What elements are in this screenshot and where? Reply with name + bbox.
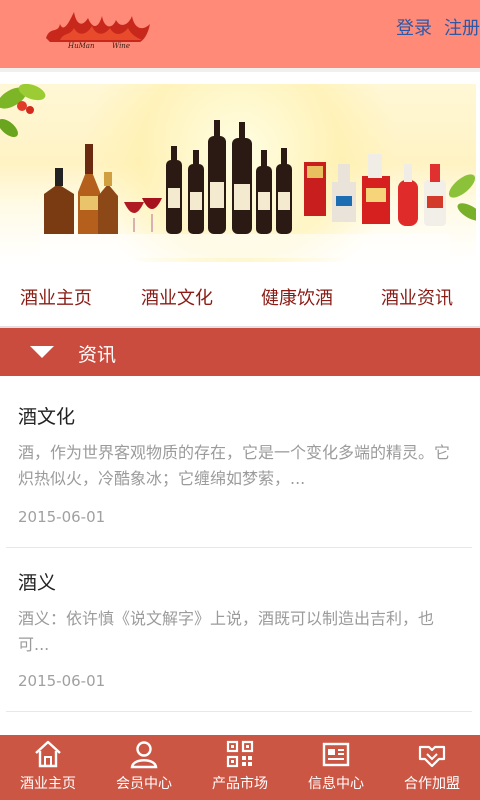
app-header: HuMan Wine 登录 注册 — [0, 0, 480, 72]
tab-info[interactable]: 信息中心 — [288, 735, 384, 800]
tab-label: 合作加盟 — [404, 776, 460, 792]
bottom-tab-bar: 酒业主页 会员中心 产品市场 信息中心 合作加盟 — [0, 735, 480, 800]
news-title: 酒文化 — [18, 406, 76, 428]
tab-label: 酒业主页 — [20, 776, 76, 792]
news-summary: 酒义：依许慎《说文解字》上说，酒既可以制造出吉利，也可... — [18, 609, 435, 654]
banner-image — [0, 84, 476, 258]
user-icon — [130, 741, 158, 769]
section-title: 资讯 — [78, 344, 117, 366]
brand-logo[interactable]: HuMan Wine — [40, 6, 160, 52]
nav-item-home[interactable]: 酒业主页 — [20, 284, 92, 310]
news-date: 2015-06-01 — [18, 672, 106, 690]
tab-home[interactable]: 酒业主页 — [0, 735, 96, 800]
nav-item-health[interactable]: 健康饮酒 — [261, 284, 333, 310]
svg-text:HuMan: HuMan — [67, 42, 95, 50]
register-link[interactable]: 注册 — [444, 14, 480, 40]
login-link[interactable]: 登录 — [396, 14, 432, 40]
divider — [6, 711, 472, 712]
list-item[interactable]: 酒文化 酒，作为世界客观物质的存在，它是一个变化多端的精灵。它炽热似火，冷酷象冰… — [0, 376, 480, 548]
tab-label: 会员中心 — [116, 776, 172, 792]
news-title: 酒义 — [18, 572, 57, 594]
nav-item-culture[interactable]: 酒业文化 — [141, 284, 213, 310]
promo-banner[interactable] — [0, 84, 476, 262]
tab-partner[interactable]: 合作加盟 — [384, 735, 480, 800]
tab-label: 信息中心 — [308, 776, 364, 792]
svg-text:Wine: Wine — [112, 42, 130, 50]
category-nav: 酒业主页 酒业文化 健康饮酒 酒业资讯 — [0, 262, 480, 328]
tab-member[interactable]: 会员中心 — [96, 735, 192, 800]
home-icon — [35, 740, 61, 768]
nav-item-news[interactable]: 酒业资讯 — [381, 284, 453, 310]
news-icon — [322, 742, 350, 767]
list-item[interactable]: 酒义 酒义：依许慎《说文解字》上说，酒既可以制造出吉利，也可... 2015-0… — [0, 548, 480, 714]
handshake-icon — [418, 745, 446, 768]
news-summary: 酒，作为世界客观物质的存在，它是一个变化多端的精灵。它炽热似火，冷酷象冰；它缠绵… — [18, 443, 451, 488]
chevron-down-icon — [30, 346, 54, 358]
tab-label: 产品市场 — [212, 776, 268, 792]
section-header[interactable]: 资讯 — [0, 328, 480, 376]
qrcode-icon — [226, 740, 254, 768]
tab-market[interactable]: 产品市场 — [192, 735, 288, 800]
news-date: 2015-06-01 — [18, 508, 106, 526]
